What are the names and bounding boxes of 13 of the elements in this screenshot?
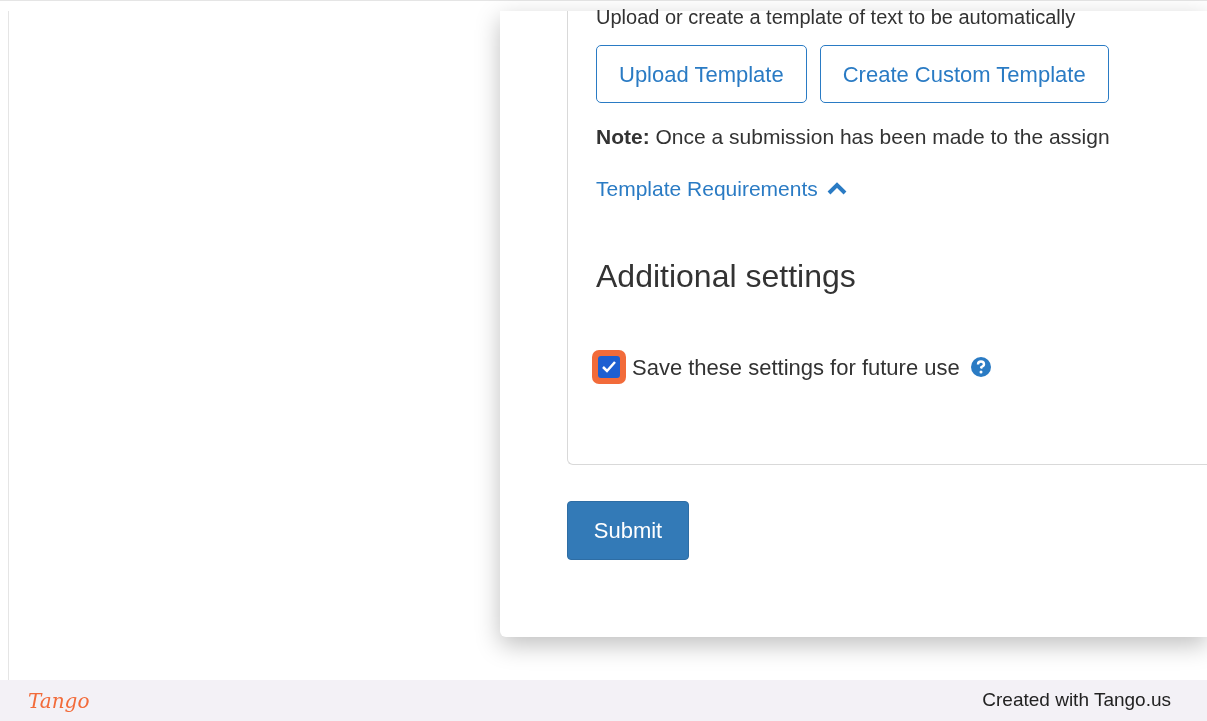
section-heading: Additional settings — [596, 257, 857, 296]
template-button[interactable]: Create Custom Template — [819, 45, 1109, 103]
note-text: Note: Once a submission has been made to the assign — [596, 124, 1111, 150]
checkmark-icon — [601, 360, 617, 374]
template-button[interactable]: Upload Template — [596, 45, 807, 103]
save-settings-checkbox[interactable] — [592, 350, 626, 384]
footer-logo: Tango — [28, 687, 90, 715]
footer-credit: Created with Tango.us — [982, 688, 1171, 713]
checkbox-label: Save these settings for future use — [632, 353, 960, 382]
help-icon[interactable] — [969, 356, 992, 378]
template-requirements-link[interactable]: Template Requirements — [596, 172, 848, 204]
submit-button[interactable]: Submit — [567, 501, 689, 560]
intro-text: Upload or create a template of text to be automatically — [596, 5, 1077, 29]
